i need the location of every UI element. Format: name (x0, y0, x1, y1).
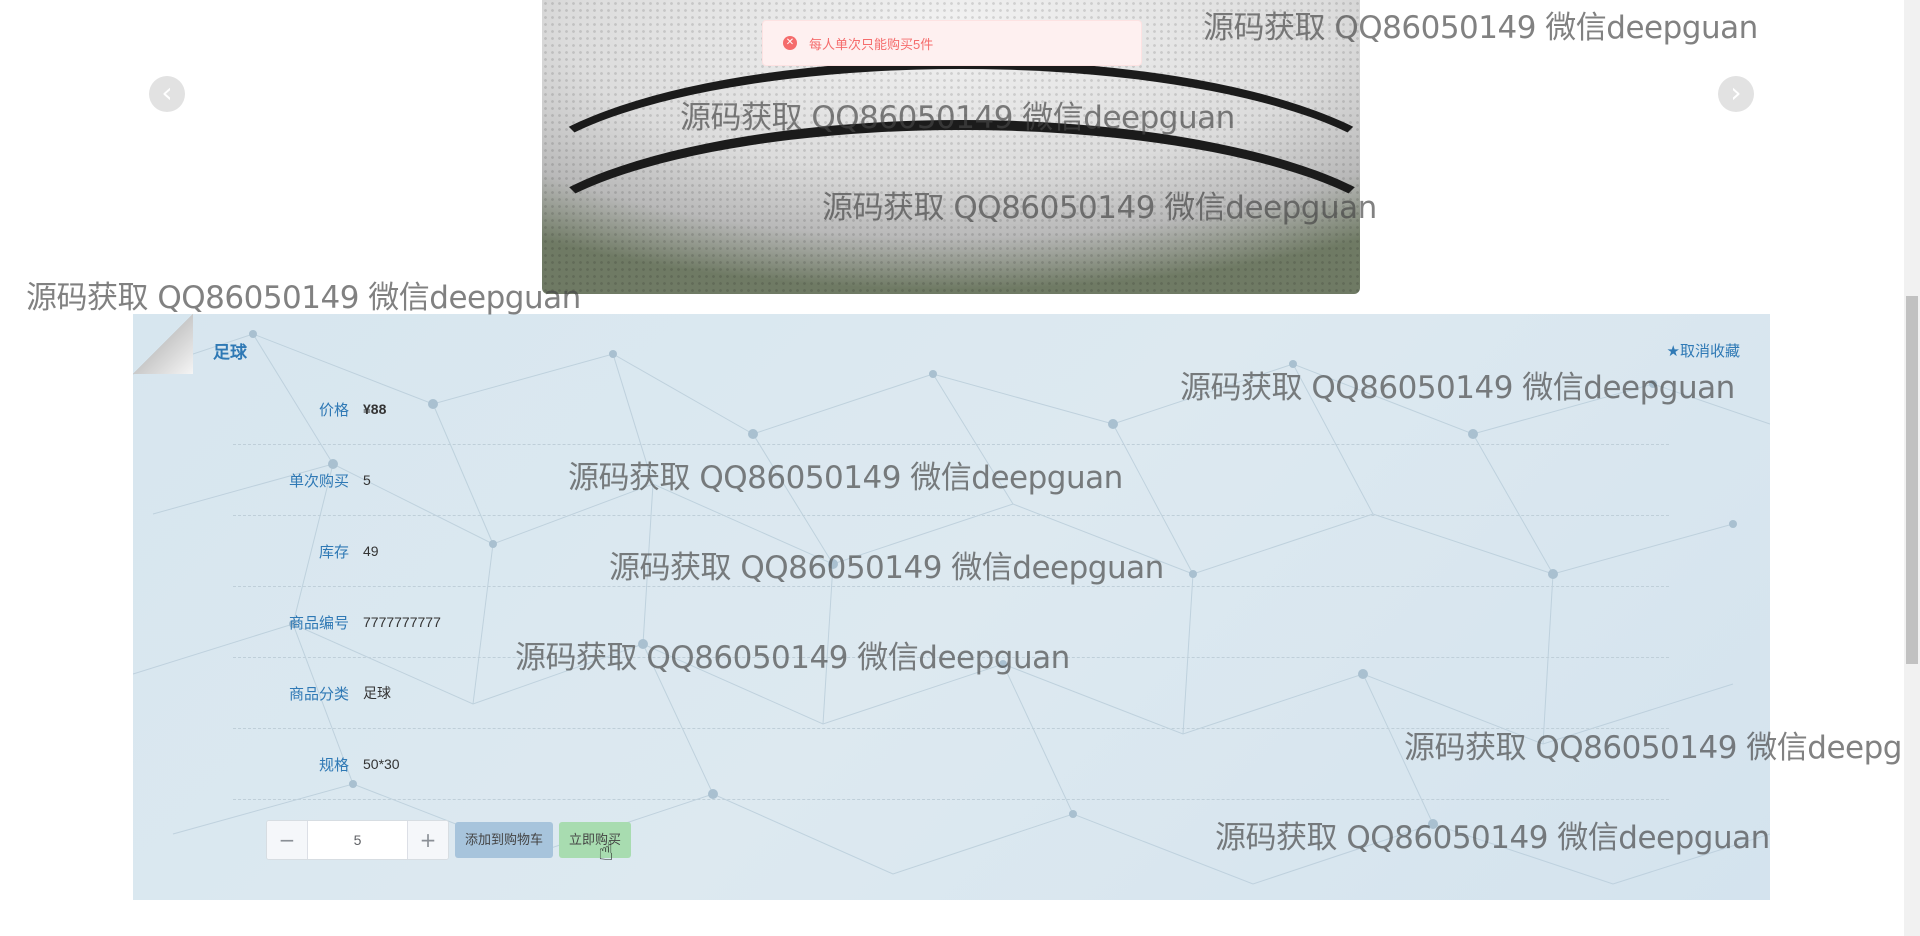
add-to-cart-button[interactable]: 添加到购物车 (455, 822, 554, 858)
hand-cursor-icon: ☝ (598, 836, 614, 866)
error-circle-icon: ✕ (783, 36, 797, 50)
purchase-controls: − 5 + 添加到购物车 立即购买 (266, 820, 632, 860)
detail-label: 商品分类 (288, 685, 349, 703)
detail-row-stock: 库存 49 (233, 516, 1669, 587)
detail-row-price: 价格 ¥88 (233, 374, 1669, 445)
detail-value: 49 (363, 543, 379, 559)
detail-label: 价格 (318, 401, 349, 419)
detail-row-purchase-limit: 单次购买 5 (233, 445, 1669, 516)
detail-label: 单次购买 (288, 472, 349, 490)
detail-label: 商品编号 (288, 614, 349, 632)
corner-fold (133, 314, 193, 374)
error-toast: ✕ 每人单次只能购买5件 (762, 20, 1142, 66)
toast-message: 每人单次只能购买5件 (809, 36, 934, 52)
detail-row-product-code: 商品编号 7777777777 (233, 587, 1669, 658)
scrollbar-thumb[interactable] (1906, 296, 1918, 664)
page-scrollbar[interactable] (1904, 0, 1920, 936)
quantity-input[interactable]: 5 (308, 821, 407, 859)
decrease-quantity-button[interactable]: − (267, 821, 308, 859)
detail-value: 足球 (363, 685, 391, 701)
detail-row-category: 商品分类 足球 (233, 658, 1669, 729)
detail-label: 库存 (318, 543, 349, 561)
carousel-next-button[interactable]: › (1718, 76, 1754, 112)
detail-value: 7777777777 (363, 614, 441, 630)
detail-row-spec: 规格 50*30 (233, 729, 1669, 800)
buy-now-button[interactable]: 立即购买 (559, 822, 632, 858)
detail-value: ¥88 (363, 401, 387, 417)
product-title: 足球 (213, 343, 247, 362)
unfavorite-link[interactable]: ★取消收藏 (1667, 340, 1740, 361)
product-detail-list: 价格 ¥88 单次购买 5 库存 49 商品编号 7777777777 商品分类… (233, 374, 1669, 800)
detail-value: 5 (363, 472, 371, 488)
quantity-stepper: − 5 + (266, 820, 449, 860)
product-detail-panel: 足球 ★取消收藏 价格 ¥88 单次购买 5 库存 49 商品编号 777777… (133, 314, 1770, 900)
increase-quantity-button[interactable]: + (407, 821, 448, 859)
detail-label: 规格 (318, 756, 349, 774)
detail-value: 50*30 (363, 756, 400, 772)
carousel-prev-button[interactable]: ‹ (149, 76, 185, 112)
